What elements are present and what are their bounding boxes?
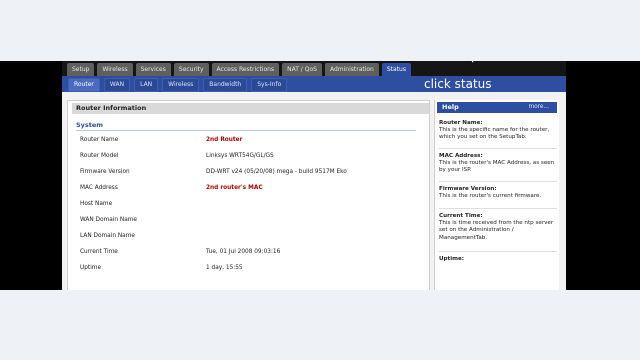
tab-access-restrictions[interactable]: Access Restrictions [211, 63, 280, 76]
subtab-bandwidth[interactable]: Bandwidth [203, 78, 248, 92]
info-row-lan-domain-name: LAN Domain Name [76, 231, 421, 241]
router-web-ui: Setup Wireless Services Security Access … [62, 61, 566, 290]
help-item-router-name: Router Name: This is the specific name f… [439, 120, 557, 142]
info-row-host-name: Host Name [76, 199, 421, 209]
subtab-router[interactable]: Router [68, 78, 100, 92]
sub-tab-bar: Router WAN LAN Wireless Bandwidth Sys-In… [62, 76, 566, 92]
help-heading: Firmware Version: [439, 186, 497, 192]
status-subtabs: Router WAN LAN Wireless Bandwidth Sys-In… [68, 78, 288, 92]
help-divider [439, 181, 557, 182]
help-divider [439, 251, 557, 252]
tab-status[interactable]: Status [381, 63, 411, 76]
info-row-wan-domain-name: WAN Domain Name [76, 215, 421, 225]
help-title: Help [442, 103, 459, 111]
info-row-router-name: Router Name 2nd Router [76, 135, 421, 145]
click-status-callout: click status [424, 77, 492, 91]
help-more-link[interactable]: more... [528, 102, 549, 113]
info-row-current-time: Current Time Tue, 01 Jul 2008 09:03:16 [76, 247, 421, 257]
tab-administration[interactable]: Administration [324, 63, 379, 76]
row-label: Router Name [80, 137, 119, 143]
help-heading: Router Name: [439, 120, 483, 126]
help-item-uptime: Uptime: [439, 256, 557, 263]
row-value: 2nd router's MAC [206, 185, 263, 191]
tab-security[interactable]: Security [173, 63, 209, 76]
row-value: 2nd Router [206, 137, 243, 143]
help-heading: Uptime: [439, 256, 464, 262]
info-row-mac-address: MAC Address 2nd router's MAC [76, 183, 421, 193]
info-row-router-model: Router Model Linksys WRT54G/GL/GS [76, 151, 421, 161]
mouse-cursor-icon [468, 61, 475, 63]
info-row-firmware-version: Firmware Version DD-WRT v24 (05/20/08) m… [76, 167, 421, 177]
tab-setup[interactable]: Setup [67, 63, 95, 76]
panel-title: Router Information [72, 103, 429, 114]
router-information-panel: Router Information System Router Name 2n… [67, 100, 430, 290]
row-value: Tue, 01 Jul 2008 09:03:16 [206, 249, 281, 255]
row-label: Host Name [80, 201, 113, 207]
row-label: WAN Domain Name [80, 217, 137, 223]
help-divider [439, 148, 557, 149]
row-label: Uptime [80, 265, 102, 271]
main-tabs: Setup Wireless Services Security Access … [67, 63, 411, 76]
row-value: 1 day, 15:55 [206, 265, 243, 271]
help-item-mac-address: MAC Address: This is the router's MAC Ad… [439, 153, 557, 175]
row-label: Current Time [80, 249, 118, 255]
tab-wireless[interactable]: Wireless [97, 63, 133, 76]
subtab-sys-info[interactable]: Sys-Info [251, 78, 288, 92]
help-text: This is the router's MAC Address, as see… [439, 160, 555, 174]
top-tab-bar: Setup Wireless Services Security Access … [62, 61, 566, 76]
row-value: DD-WRT v24 (05/20/08) mega - build 9517M… [206, 169, 347, 175]
row-label: Router Model [80, 153, 119, 159]
row-label: MAC Address [80, 185, 118, 191]
help-heading: Current Time: [439, 213, 483, 219]
help-text: This is the specific name for the router… [439, 127, 550, 141]
info-row-uptime: Uptime 1 day, 15:55 [76, 263, 421, 273]
help-header: Help more... [437, 102, 557, 113]
help-text: This is the router's current firmware. [439, 193, 542, 200]
subtab-wan[interactable]: WAN [103, 78, 131, 92]
row-label: LAN Domain Name [80, 233, 135, 239]
help-item-current-time: Current Time: This is time received from… [439, 213, 557, 242]
section-title: System [76, 121, 104, 129]
section-divider [76, 130, 416, 131]
tab-services[interactable]: Services [135, 63, 171, 76]
help-divider [439, 208, 557, 209]
help-text: This is time received from the ntp serve… [439, 220, 554, 241]
row-value: Linksys WRT54G/GL/GS [206, 153, 274, 159]
tab-nat-qos[interactable]: NAT / QoS [282, 63, 322, 76]
subtab-lan[interactable]: LAN [134, 78, 159, 92]
help-item-firmware-version: Firmware Version: This is the router's c… [439, 186, 557, 200]
video-frame: Setup Wireless Services Security Access … [0, 61, 640, 290]
row-label: Firmware Version [80, 169, 130, 175]
content-area: Router Information System Router Name 2n… [62, 92, 566, 290]
help-panel: Help more... Router Name: This is the sp… [434, 100, 559, 290]
subtab-wireless[interactable]: Wireless [162, 78, 200, 92]
help-heading: MAC Address: [439, 153, 483, 159]
